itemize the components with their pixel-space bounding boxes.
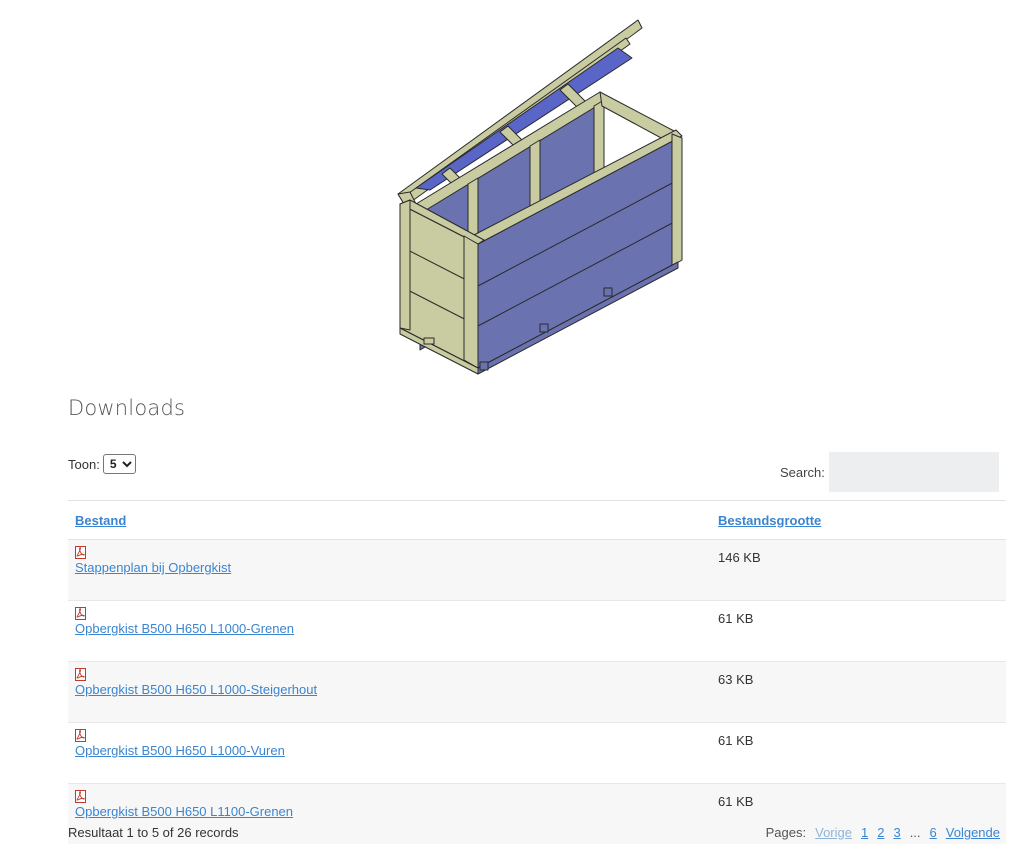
page-size-control: Toon: 5 [68,454,136,474]
table-header-row: Bestand Bestandsgrootte [68,500,1006,540]
table-row: Stappenplan bij Opbergkist 146 KB [68,539,1006,601]
page-link-6[interactable]: 6 [930,825,937,840]
table-row: Opbergkist B500 H650 L1000-Grenen 61 KB [68,600,1006,662]
pdf-icon [75,546,86,559]
page-link-1[interactable]: 1 [861,825,868,840]
table-row: Opbergkist B500 H650 L1000-Vuren 61 KB [68,722,1006,784]
storage-chest-illustration [397,19,683,375]
file-link[interactable]: Opbergkist B500 H650 L1000-Grenen [75,621,294,636]
page-size-select[interactable]: 5 [102,454,136,474]
page-link-2[interactable]: 2 [877,825,884,840]
file-size: 61 KB [711,722,1006,784]
file-cell: Opbergkist B500 H650 L1000-Steigerhout [68,661,711,723]
table-row: Opbergkist B500 H650 L1000-Steigerhout 6… [68,661,1006,723]
search-label: Search: [780,464,825,480]
file-link[interactable]: Opbergkist B500 H650 L1100-Grenen [75,804,293,819]
downloads-title: Downloads [68,396,186,420]
pdf-icon [75,668,86,681]
file-link[interactable]: Opbergkist B500 H650 L1000-Steigerhout [75,682,317,697]
pagination-ellipsis: ... [909,825,921,840]
file-cell: Opbergkist B500 H650 L1000-Vuren [68,722,711,784]
result-summary: Resultaat 1 to 5 of 26 records [68,825,239,840]
file-size: 63 KB [711,661,1006,723]
file-cell: Stappenplan bij Opbergkist [68,539,711,601]
file-link[interactable]: Opbergkist B500 H650 L1000-Vuren [75,743,285,758]
file-link[interactable]: Stappenplan bij Opbergkist [75,560,231,575]
file-size: 61 KB [711,600,1006,662]
search-input[interactable] [828,452,999,492]
pages-label: Pages: [765,825,807,840]
prev-page-link[interactable]: Vorige [815,825,852,840]
show-label: Toon: [68,456,100,472]
sort-by-size-link[interactable]: Bestandsgrootte [718,513,821,528]
next-page-link[interactable]: Volgende [946,825,1000,840]
column-header-size[interactable]: Bestandsgrootte [711,500,1006,540]
pdf-icon [75,729,86,742]
pagination: Pages: Vorige 1 2 3 ... 6 Volgende [766,825,1000,840]
pdf-icon [75,790,86,803]
file-size: 146 KB [711,539,1006,601]
page-link-3[interactable]: 3 [893,825,900,840]
sort-by-file-link[interactable]: Bestand [75,513,126,528]
file-cell: Opbergkist B500 H650 L1000-Grenen [68,600,711,662]
downloads-table: Bestand Bestandsgrootte Stappenplan bij … [68,500,1006,844]
search-control: Search: [780,452,999,492]
column-header-file[interactable]: Bestand [68,500,711,540]
pdf-icon [75,607,86,620]
